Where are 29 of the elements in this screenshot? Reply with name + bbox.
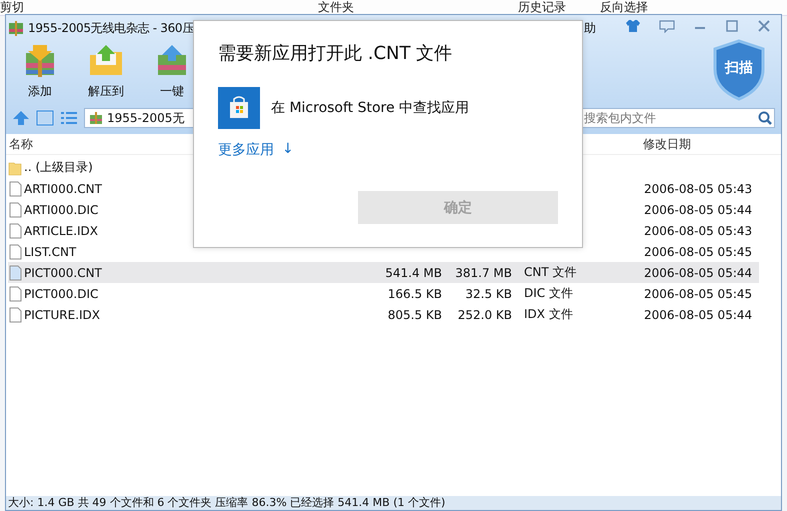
store-option-text: 在 Microsoft Store 中查找应用: [271, 99, 470, 117]
modified-date: 2006-08-05 05:43: [644, 182, 754, 196]
file-name: .. (上级目录): [24, 159, 94, 176]
dialog-title: 需要新应用打开此 .CNT 文件: [218, 42, 454, 66]
file-name: PICT000.CNT: [24, 266, 103, 280]
modified-date: 2006-08-05 05:44: [644, 308, 754, 322]
file-name: PICTURE.IDX: [24, 308, 102, 322]
packed-size: 252.0 KB: [456, 308, 512, 322]
file-size: 166.5 KB: [386, 286, 442, 300]
modified-date: 2006-08-05 05:44: [644, 202, 754, 216]
status-bar: 大小: 1.4 GB 共 49 个文件和 6 个文件夹 压缩率 86.3% 已经选择 541.4 MB (1 个文件): [6, 496, 781, 510]
file-type: DIC 文件: [523, 285, 574, 302]
address-text: 1955-2005无: [107, 110, 184, 126]
file-name: ARTI000.DIC: [24, 202, 100, 216]
file-name: LIST.CNT: [24, 244, 78, 258]
modified-date: 2006-08-05 05:43: [644, 224, 754, 238]
file-type: CNT 文件: [523, 264, 578, 281]
file-size: 805.5 KB: [386, 308, 442, 322]
modified-date: 2006-08-05 05:45: [644, 244, 754, 258]
modified-date: 2006-08-05 05:45: [644, 286, 754, 300]
packed-size: 381.7 MB: [454, 266, 512, 280]
file-size: 541.4 MB: [384, 266, 442, 280]
file-type: IDX 文件: [523, 306, 574, 323]
file-name: ARTICLE.IDX: [24, 224, 100, 238]
file-name: PICT000.DIC: [24, 286, 100, 300]
packed-size: 32.5 KB: [464, 286, 512, 300]
modified-date: 2006-08-05 05:44: [644, 266, 754, 280]
file-name: ARTI000.CNT: [24, 182, 103, 196]
down-arrow: ↓: [282, 141, 294, 159]
